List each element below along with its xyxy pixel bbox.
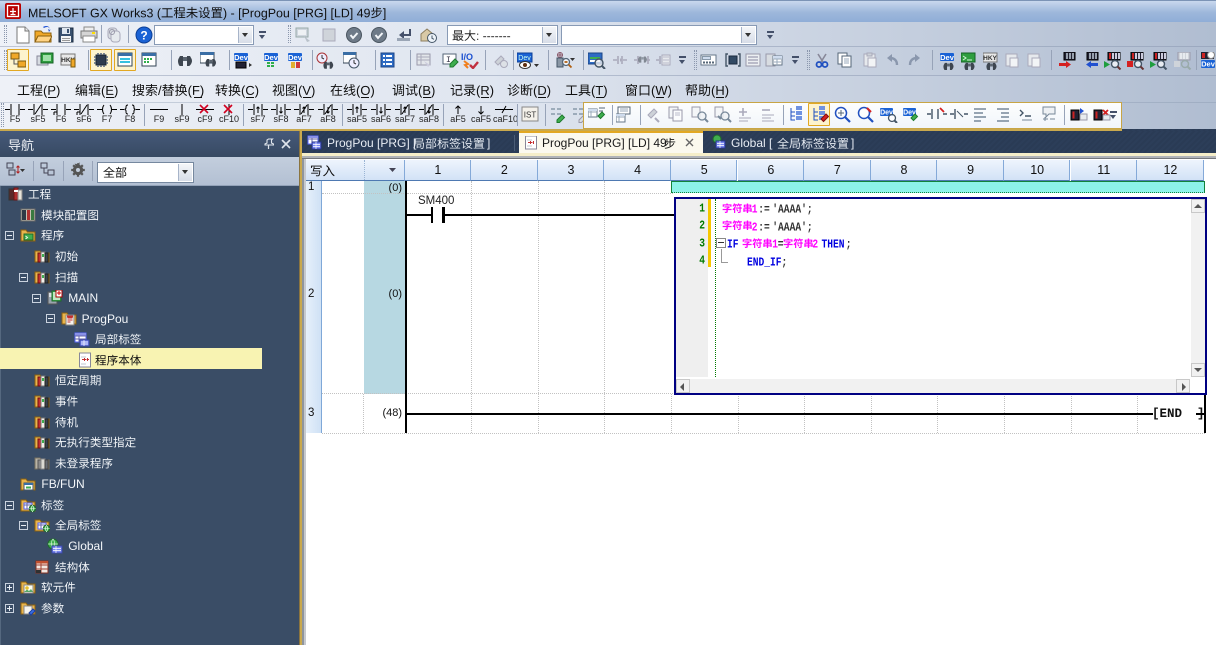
svg-text:HKY: HKY: [983, 55, 997, 62]
svg-text:Dev: Dev: [1201, 60, 1216, 69]
svg-text:?: ?: [140, 29, 147, 43]
svg-text:Dev: Dev: [288, 53, 303, 62]
svg-text:Dev: Dev: [940, 53, 955, 62]
svg-text:IST: IST: [524, 111, 537, 120]
svg-text:Dev: Dev: [518, 55, 531, 62]
svg-text:Dev: Dev: [234, 53, 249, 62]
svg-text:I/O: I/O: [461, 52, 473, 62]
svg-text:Dev: Dev: [264, 53, 279, 62]
